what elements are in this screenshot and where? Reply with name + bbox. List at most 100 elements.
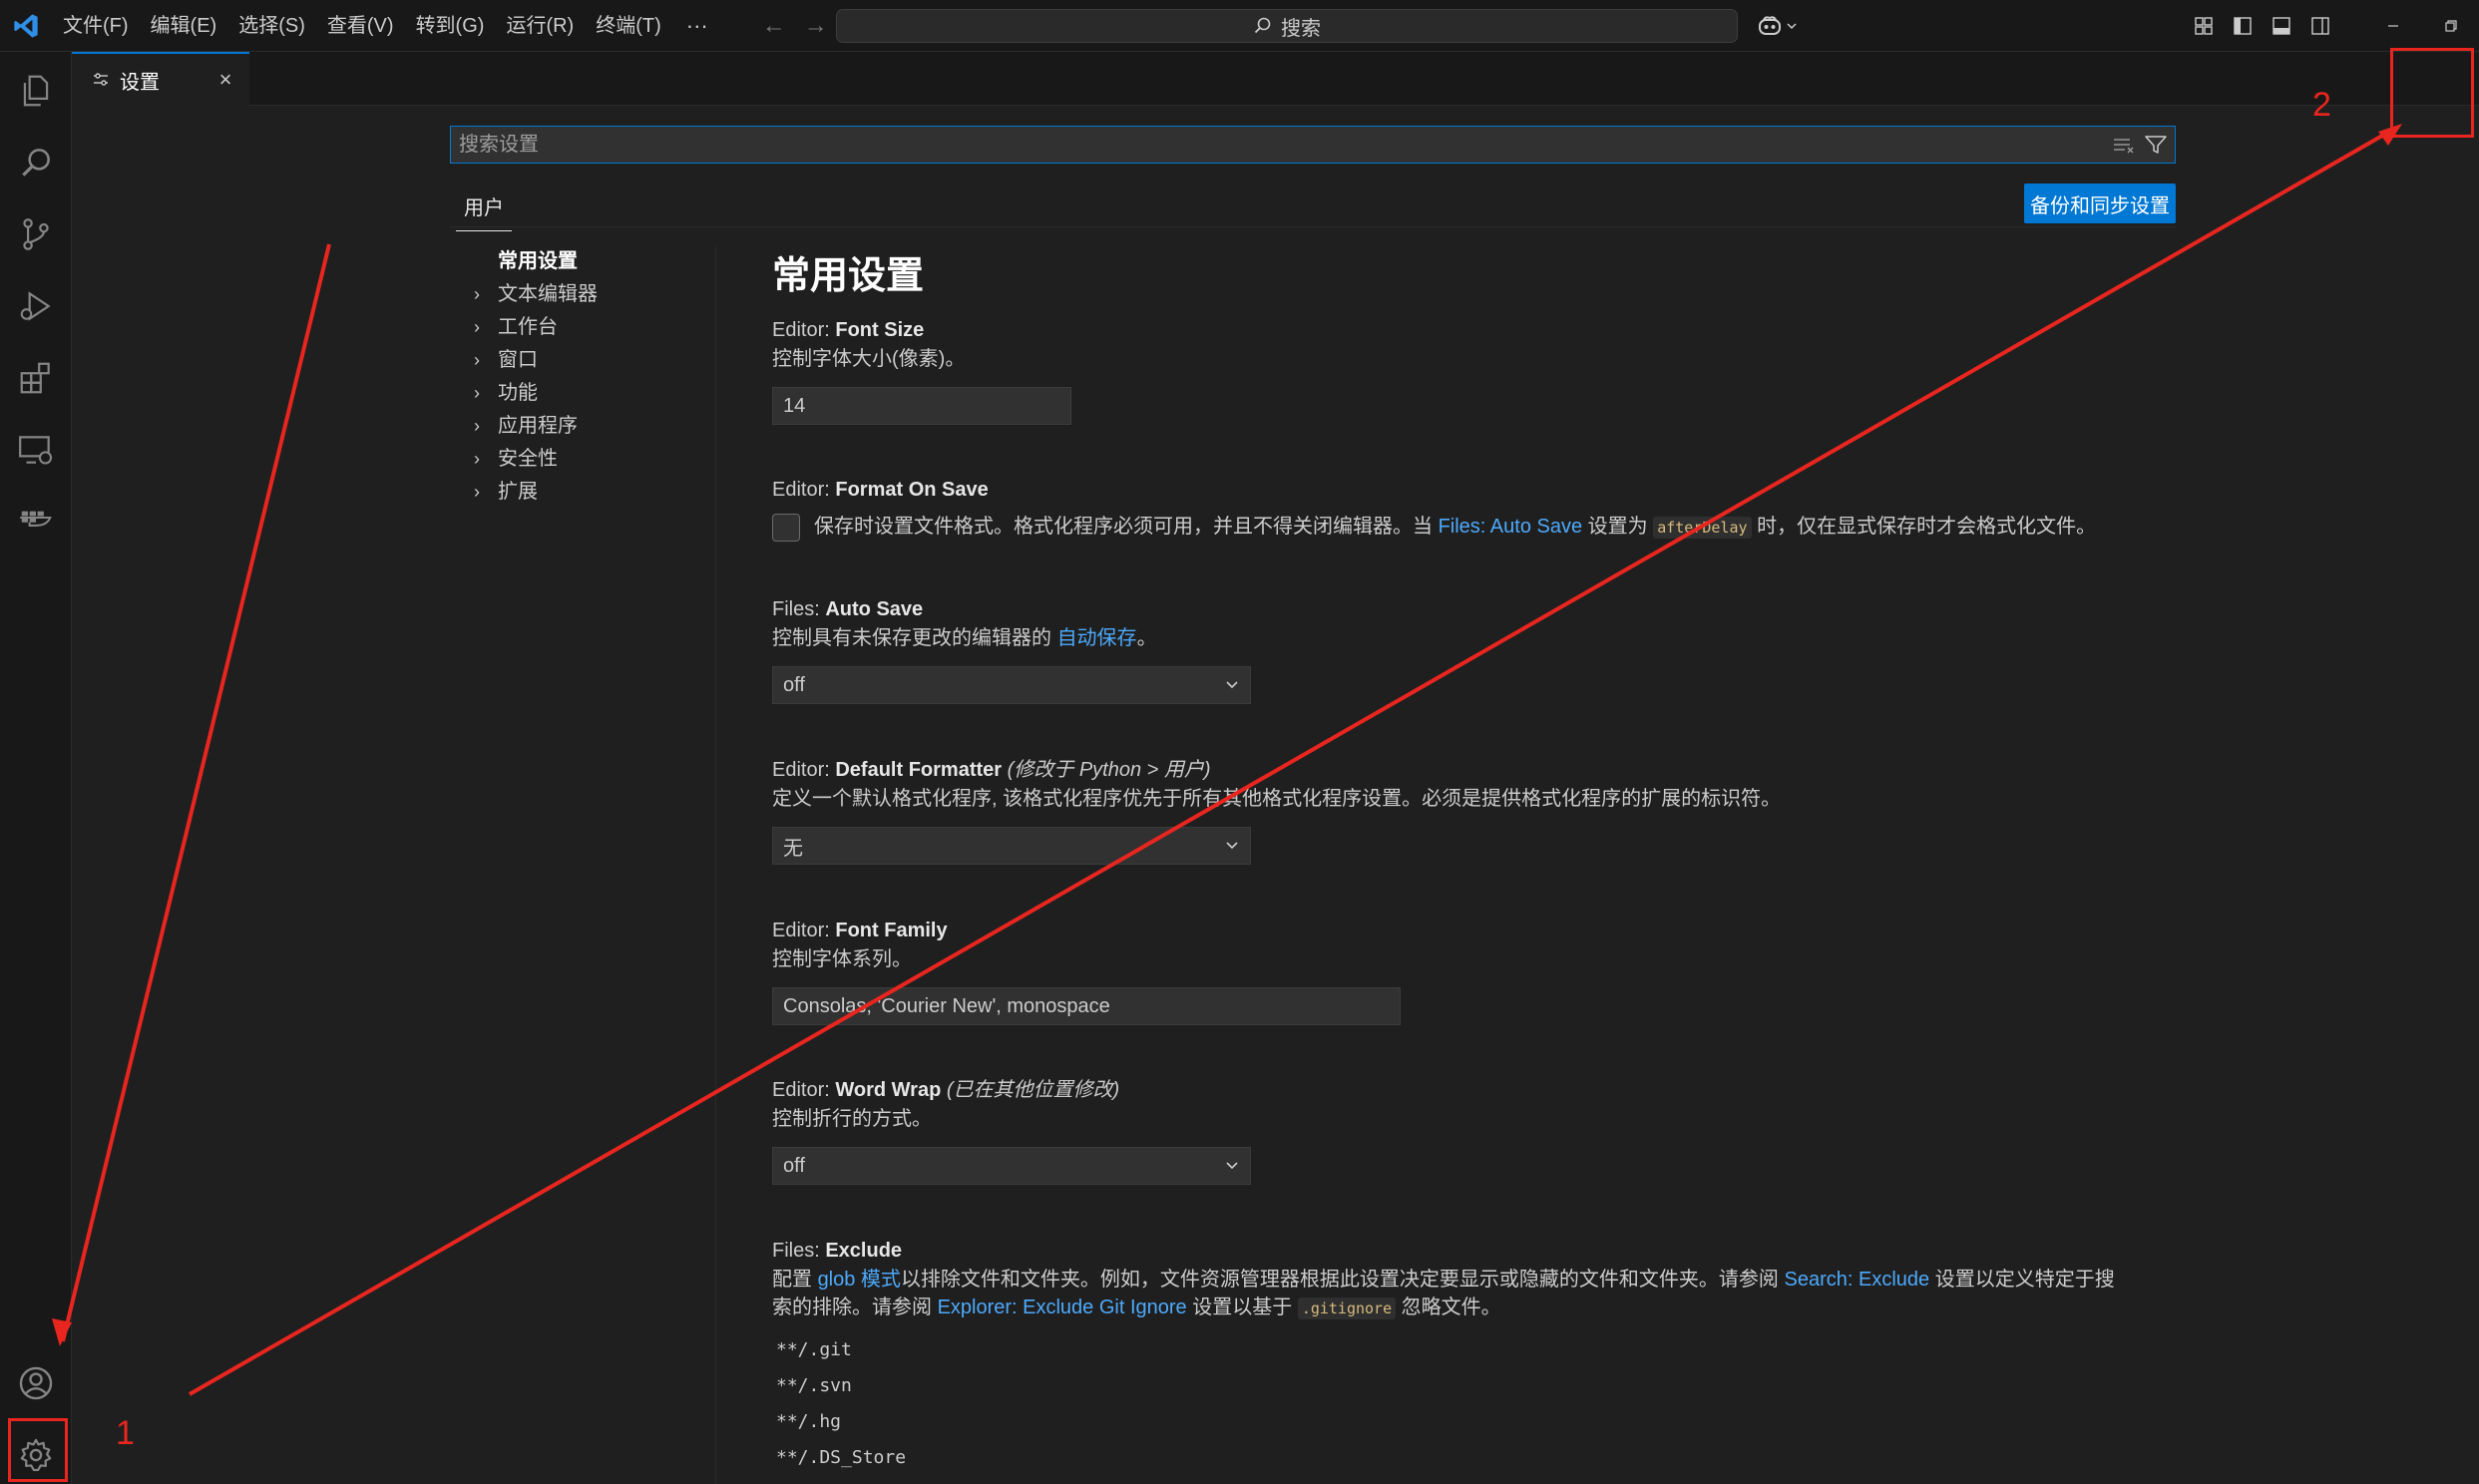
toggle-secondary-sidebar-icon[interactable]: [2307, 10, 2333, 42]
list-item[interactable]: **/.git: [772, 1332, 2199, 1368]
menu-terminal[interactable]: 终端(T): [585, 0, 672, 52]
explorer-exclude-git-ignore-link[interactable]: Explorer: Exclude Git Ignore: [938, 1297, 1187, 1318]
command-center-label: 搜索: [1281, 17, 1321, 40]
toc-item-extensions[interactable]: › 扩展: [450, 476, 789, 509]
setting-description: 控制字体大小(像素)。: [772, 348, 966, 370]
chevron-right-icon: ›: [474, 383, 480, 403]
glob-pattern-link[interactable]: glob 模式: [818, 1269, 901, 1291]
clear-filter-icon[interactable]: [2113, 136, 2135, 154]
auto-save-select[interactable]: off: [772, 666, 1251, 704]
setting-description: 保存时设置文件格式。格式化程序必须可用，并且不得关闭编辑器。当 Files: A…: [814, 516, 2097, 539]
setting-description: 定义一个默认格式化程序, 该格式化程序优先于所有其他格式化程序设置。必须是提供格…: [772, 788, 1782, 810]
settings-list: 常用设置 Editor: Font Size 控制字体大小(像素)。 14 Ed…: [772, 245, 2199, 1468]
toc-label: 应用程序: [498, 415, 578, 437]
backup-sync-button[interactable]: 备份和同步设置: [2024, 184, 2176, 223]
tab-user-settings[interactable]: 用户: [456, 191, 512, 231]
section-title: 常用设置: [772, 255, 925, 297]
source-control-icon[interactable]: [0, 199, 72, 269]
font-family-input[interactable]: Consolas, 'Courier New', monospace: [772, 987, 1401, 1025]
remote-explorer-icon[interactable]: [0, 415, 72, 485]
filter-icon[interactable]: [2145, 135, 2167, 155]
chevron-right-icon: ›: [474, 482, 480, 502]
toc-item-application[interactable]: › 应用程序: [450, 410, 789, 443]
chevron-down-icon: [1226, 681, 1238, 689]
list-item[interactable]: **/.svn: [772, 1368, 2199, 1404]
activity-bar: [0, 52, 72, 1484]
setting-font-family: Editor: Font Family 控制字体系列。 Consolas, 'C…: [772, 916, 2199, 1025]
setting-title: Files: Exclude: [772, 1240, 903, 1262]
annotation-label-1: 1: [116, 1414, 135, 1452]
explorer-icon[interactable]: [0, 56, 72, 126]
list-item[interactable]: **/.DS_Store: [772, 1440, 2199, 1476]
run-debug-icon[interactable]: [0, 271, 72, 341]
toc-item-text-editor[interactable]: › 文本编辑器: [450, 278, 789, 311]
copilot-button[interactable]: [1752, 10, 1802, 42]
toc-label: 常用设置: [498, 250, 578, 272]
copilot-icon: [1758, 16, 1781, 35]
title-bar: 文件(F) 编辑(E) 选择(S) 查看(V) 转到(G) 运行(R) 终端(T…: [0, 0, 2479, 52]
restore-icon[interactable]: [2422, 0, 2479, 52]
menu-more-button[interactable]: ···: [672, 0, 722, 52]
tab-label: 设置: [120, 71, 160, 94]
toc-item-features[interactable]: › 功能: [450, 377, 789, 410]
toc-divider: [715, 245, 716, 1484]
minimize-icon[interactable]: [2364, 0, 2422, 52]
files-auto-save-link[interactable]: Files: Auto Save: [1439, 516, 1583, 538]
toc-item-security[interactable]: › 安全性: [450, 443, 789, 476]
modified-in-python-user-link[interactable]: Python > 用户: [1079, 759, 1204, 781]
search-exclude-link[interactable]: Search: Exclude: [1785, 1269, 1930, 1291]
chevron-right-icon: ›: [474, 317, 480, 337]
menu-file[interactable]: 文件(F): [52, 0, 140, 52]
setting-title: Editor: Default Formatter (修改于 Python > …: [772, 759, 1211, 781]
modified-elsewhere-note[interactable]: (已在其他位置修改): [947, 1079, 1119, 1101]
settings-toc: 常用设置 › 文本编辑器 › 工作台 › 窗口 › 功能 › 应用程序 › 安全性 › 扩展: [450, 245, 789, 509]
navigation-arrows: ← →: [762, 12, 828, 40]
extensions-icon[interactable]: [0, 343, 72, 413]
toc-item-window[interactable]: › 窗口: [450, 344, 789, 377]
settings-search-input[interactable]: [459, 133, 2113, 157]
list-item[interactable]: **/.hg: [772, 1404, 2199, 1440]
vscode-logo-icon: [0, 0, 52, 52]
toggle-panel-icon[interactable]: [2269, 10, 2294, 42]
toc-label: 安全性: [498, 448, 558, 470]
toc-item-workbench[interactable]: › 工作台: [450, 311, 789, 344]
search-icon[interactable]: [0, 128, 72, 197]
setting-files-exclude: Files: Exclude 配置 glob 模式以排除文件和文件夹。例如，文件…: [772, 1236, 2199, 1476]
command-center-search[interactable]: 搜索: [836, 9, 1738, 43]
back-arrow-icon[interactable]: ←: [762, 12, 786, 40]
forward-arrow-icon[interactable]: →: [804, 12, 828, 40]
customize-layout-icon[interactable]: [2191, 10, 2217, 42]
menu-selection[interactable]: 选择(S): [227, 0, 316, 52]
menu-go[interactable]: 转到(G): [405, 0, 496, 52]
chevron-right-icon: ›: [474, 350, 480, 370]
toc-label: 扩展: [498, 481, 538, 503]
toc-item-commonly-used[interactable]: 常用设置: [450, 245, 789, 278]
window-controls: [2364, 0, 2479, 52]
menu-edit[interactable]: 编辑(E): [140, 0, 228, 52]
close-icon[interactable]: ×: [213, 67, 237, 92]
menu-view[interactable]: 查看(V): [316, 0, 405, 52]
chevron-down-icon: [1226, 842, 1238, 850]
default-formatter-select[interactable]: 无: [772, 827, 1251, 865]
setting-title: Editor: Format On Save: [772, 479, 989, 501]
chevron-right-icon: ›: [474, 416, 480, 436]
auto-save-link[interactable]: 自动保存: [1057, 627, 1137, 649]
setting-title: Editor: Font Family: [772, 920, 948, 941]
annotation-label-2: 2: [2312, 86, 2331, 124]
chevron-down-icon: [1226, 1162, 1238, 1170]
settings-search-box: [450, 126, 2176, 164]
word-wrap-select[interactable]: off: [772, 1147, 1251, 1185]
tab-settings[interactable]: 设置 ×: [72, 52, 249, 106]
setting-title: Files: Auto Save: [772, 598, 924, 620]
account-icon[interactable]: [0, 1348, 72, 1418]
toc-label: 工作台: [498, 316, 558, 338]
exclude-pattern-list: **/.git **/.svn **/.hg **/.DS_Store: [772, 1332, 2199, 1476]
font-size-input[interactable]: 14: [772, 387, 1071, 425]
format-on-save-checkbox[interactable]: [772, 513, 800, 542]
docker-icon[interactable]: [0, 483, 72, 553]
chevron-right-icon: ›: [474, 284, 480, 304]
toc-label: 文本编辑器: [498, 283, 598, 305]
toggle-primary-sidebar-icon[interactable]: [2230, 10, 2256, 42]
setting-auto-save: Files: Auto Save 控制具有未保存更改的编辑器的 自动保存。 of…: [772, 594, 2199, 704]
menu-run[interactable]: 运行(R): [495, 0, 585, 52]
